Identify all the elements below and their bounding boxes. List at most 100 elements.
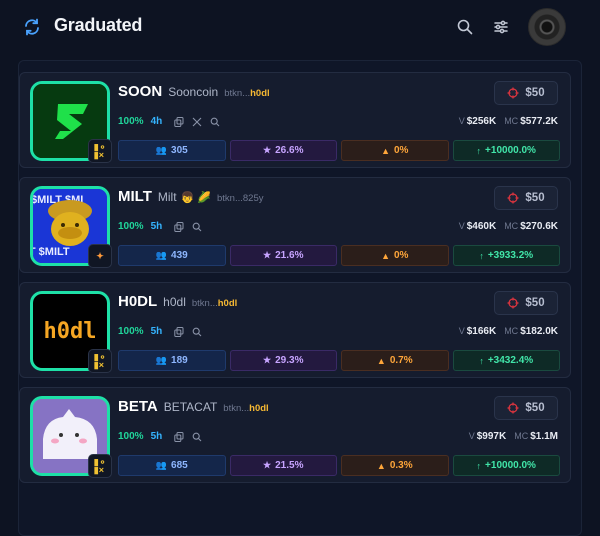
token-name: Sooncoin bbox=[168, 85, 219, 99]
market-cap-value: $1.1M bbox=[530, 431, 558, 442]
holders-stat: 👥 439 bbox=[118, 245, 226, 266]
token-symbol: SOON bbox=[118, 83, 163, 100]
copy-icon[interactable] bbox=[174, 221, 184, 232]
token-address[interactable]: btkn...825y bbox=[217, 193, 263, 204]
market-cap-label: MC bbox=[514, 431, 529, 441]
token-name: h0dl bbox=[163, 295, 186, 309]
star-icon: ★ bbox=[263, 355, 272, 365]
refresh-icon[interactable] bbox=[22, 17, 42, 37]
search-icon[interactable] bbox=[192, 222, 202, 232]
crosshair-icon bbox=[507, 87, 519, 99]
volume-label: V bbox=[458, 221, 465, 231]
volume-value: $166K bbox=[466, 326, 497, 337]
star-icon: ★ bbox=[263, 460, 272, 470]
price-change-stat: ↑ +3432.4% bbox=[452, 350, 560, 371]
token-symbol: H0DL bbox=[118, 293, 158, 310]
volume-value: $997K bbox=[476, 431, 507, 442]
bonding-percent: 100% bbox=[118, 116, 144, 127]
arrow-up-icon: ↑ bbox=[476, 145, 482, 156]
users-icon: 👥 bbox=[155, 145, 168, 155]
search-icon[interactable] bbox=[210, 117, 220, 127]
buy-amount: $50 bbox=[525, 297, 545, 309]
bonding-percent: 100% bbox=[118, 221, 144, 232]
holders-stat: 👥 189 bbox=[118, 350, 226, 371]
arrow-up-icon: ↑ bbox=[476, 460, 482, 471]
buy-amount: $50 bbox=[525, 402, 545, 414]
top10-stat: ★ 21.6% bbox=[229, 245, 337, 266]
token-symbol: MILT bbox=[118, 188, 152, 205]
search-icon[interactable] bbox=[192, 432, 202, 442]
token-age: 5h bbox=[150, 431, 163, 442]
holders-stat: 👥 685 bbox=[118, 455, 226, 476]
crosshair-icon bbox=[507, 402, 519, 414]
chef-hat-icon: ▲ bbox=[376, 355, 386, 366]
bonding-percent: 100% bbox=[118, 326, 144, 337]
arrow-up-icon: ↑ bbox=[479, 250, 484, 261]
top10-stat: ★ 21.5% bbox=[229, 455, 337, 476]
token-card-beta[interactable]: ▮⚬ ▮× BETA BETACAT btkn...h0dl $50 100% 5h … bbox=[19, 387, 571, 483]
copy-icon[interactable] bbox=[174, 116, 184, 127]
search-icon[interactable] bbox=[456, 18, 474, 36]
filter-sliders-icon[interactable] bbox=[492, 18, 510, 36]
launchpad-badge-icon: ▮⚬ ▮× bbox=[88, 454, 112, 478]
price-change-stat: ↑ +10000.0% bbox=[452, 140, 560, 161]
dev-holding-stat: ▲ 0.7% bbox=[341, 350, 449, 371]
dev-holding-stat: ▲ 0.3% bbox=[341, 455, 449, 476]
token-symbol: BETA bbox=[118, 398, 158, 415]
quick-buy-button[interactable]: $50 bbox=[494, 396, 558, 420]
top10-stat: ★ 29.3% bbox=[229, 350, 337, 371]
bonding-percent: 100% bbox=[118, 431, 144, 442]
volume-label: V bbox=[458, 326, 465, 336]
volume-value: $256K bbox=[466, 116, 497, 127]
launchpad-badge-icon: ▮⚬ ▮× bbox=[88, 139, 112, 163]
token-card-milt[interactable]: $MILT $MI LT $MILT ✦ MILTMilt👦 🌽btkn...8… bbox=[19, 177, 571, 273]
quick-buy-button[interactable]: $50 bbox=[494, 186, 558, 210]
token-emoji: 👦 🌽 bbox=[180, 192, 211, 204]
user-avatar[interactable] bbox=[528, 8, 566, 46]
token-address[interactable]: btkn...h0dl bbox=[223, 403, 268, 414]
quick-buy-button[interactable]: $50 bbox=[494, 291, 558, 315]
token-name: Milt bbox=[157, 190, 177, 204]
price-change-stat: ↑ +3933.2% bbox=[452, 245, 560, 266]
holders-stat: 👥 305 bbox=[118, 140, 226, 161]
chef-hat-icon: ▲ bbox=[381, 250, 390, 261]
dev-holding-stat: ▲ 0% bbox=[341, 245, 449, 266]
volume-value: $460K bbox=[466, 221, 497, 232]
crosshair-icon bbox=[507, 192, 519, 204]
token-name: BETACAT bbox=[163, 400, 218, 414]
market-cap-value: $182.0K bbox=[520, 326, 558, 337]
x-twitter-icon[interactable] bbox=[192, 117, 202, 127]
token-card-soon[interactable]: ▮⚬ ▮× SOON Sooncoin btkn...h0dl $50 100% 4h… bbox=[19, 72, 571, 168]
buy-amount: $50 bbox=[525, 87, 545, 99]
crosshair-icon bbox=[507, 297, 519, 309]
svg-text:LT $MILT: LT $MILT bbox=[33, 246, 70, 258]
search-icon[interactable] bbox=[192, 327, 202, 337]
token-age: 4h bbox=[150, 116, 163, 127]
launchpad-badge-icon: ▮⚬ ▮× bbox=[88, 349, 112, 373]
buy-amount: $50 bbox=[525, 192, 545, 204]
token-age: 5h bbox=[150, 221, 163, 232]
dev-holding-stat: ▲ 0% bbox=[341, 140, 449, 161]
market-cap-value: $270.6K bbox=[520, 221, 558, 232]
market-cap-label: MC bbox=[504, 326, 519, 336]
users-icon: 👥 bbox=[155, 460, 168, 470]
market-cap-value: $577.2K bbox=[520, 116, 558, 127]
copy-icon[interactable] bbox=[174, 431, 184, 442]
quick-buy-button[interactable]: $50 bbox=[494, 81, 558, 105]
market-cap-label: MC bbox=[504, 221, 519, 231]
chef-hat-icon: ▲ bbox=[376, 460, 386, 471]
chef-hat-icon: ▲ bbox=[381, 145, 390, 156]
users-icon: 👥 bbox=[155, 355, 168, 365]
token-address[interactable]: btkn...h0dl bbox=[192, 298, 237, 309]
market-cap-label: MC bbox=[504, 116, 519, 126]
copy-icon[interactable] bbox=[174, 326, 184, 337]
token-age: 5h bbox=[150, 326, 163, 337]
star-icon: ★ bbox=[263, 145, 272, 155]
volume-label: V bbox=[458, 116, 465, 126]
price-change-stat: ↑ +10000.0% bbox=[452, 455, 560, 476]
top10-stat: ★ 26.6% bbox=[229, 140, 337, 161]
token-address[interactable]: btkn...h0dl bbox=[224, 88, 269, 99]
users-icon: 👥 bbox=[155, 250, 168, 260]
page-title: Graduated bbox=[54, 15, 143, 35]
token-card-h0dl[interactable]: h0dl ▮⚬ ▮× H0DL h0dl btkn...h0dl $50 100% 5… bbox=[19, 282, 571, 378]
